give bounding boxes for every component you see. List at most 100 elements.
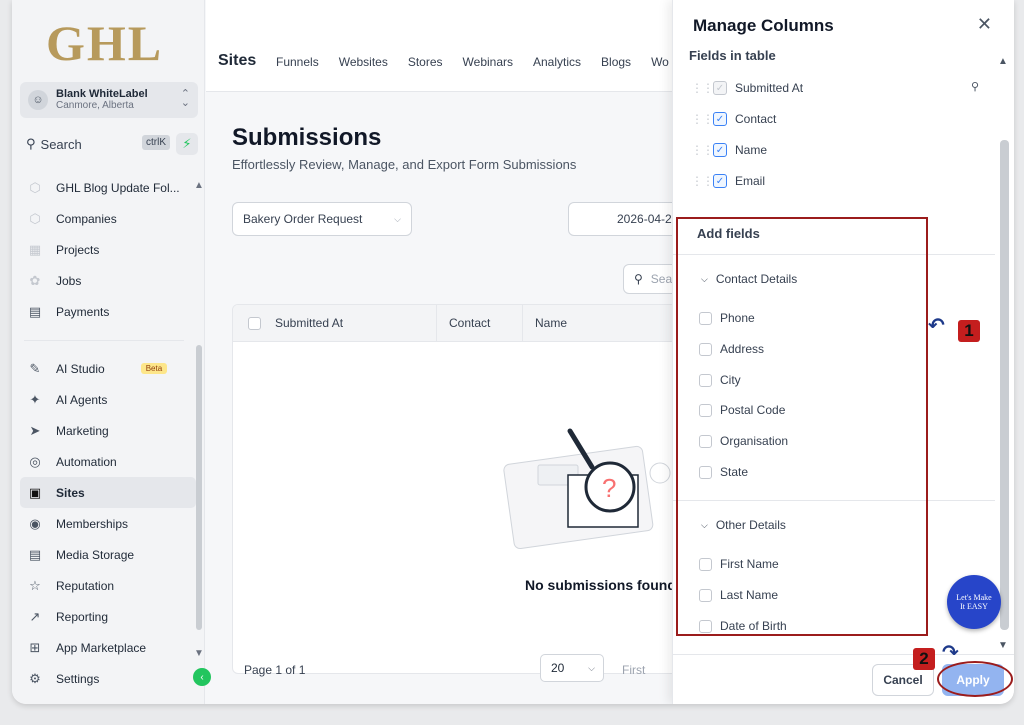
account-name: Blank WhiteLabel xyxy=(56,88,148,100)
top-tabs: Funnels Websites Stores Webinars Analyti… xyxy=(276,55,689,69)
group-header-contact-details[interactable]: ⌵ Contact Details xyxy=(701,272,797,286)
option-checkbox[interactable] xyxy=(699,557,712,571)
option-checkbox[interactable] xyxy=(699,619,712,633)
tab-wo[interactable]: Wo xyxy=(651,55,669,69)
panel-footer: Cancel Apply xyxy=(673,654,1014,704)
tab-blogs[interactable]: Blogs xyxy=(601,55,631,69)
tab-stores[interactable]: Stores xyxy=(408,55,443,69)
option-checkbox[interactable] xyxy=(699,311,712,325)
form-select[interactable]: Bakery Order Request ⌵ xyxy=(232,202,412,236)
per-page-select[interactable]: 20 ⌵ xyxy=(540,654,604,682)
payments-icon: ▤ xyxy=(28,303,42,319)
sidebar-item-projects[interactable]: ▦ Projects xyxy=(20,234,196,265)
option-row[interactable]: Last Name xyxy=(699,586,778,604)
sidebar-item-jobs[interactable]: ✿ Jobs xyxy=(20,265,196,296)
trend-icon: ↗ xyxy=(29,608,41,624)
sidebar-scrollbar[interactable] xyxy=(196,345,202,630)
option-checkbox[interactable] xyxy=(699,373,712,387)
drag-handle-icon[interactable]: ⋮⋮ xyxy=(691,112,714,126)
jobs-icon: ✿ xyxy=(29,272,41,288)
folder-icon: ⬡ xyxy=(29,179,41,195)
gear-icon: ⚙ xyxy=(29,670,41,686)
grid-icon: ⊞ xyxy=(29,639,41,655)
sidebar-item-reporting[interactable]: ↗ Reporting xyxy=(20,601,196,632)
table-field-row[interactable]: ⋮⋮ ✓ Email xyxy=(691,171,765,191)
divider xyxy=(673,500,995,501)
sidebar-item-automation[interactable]: ◎ Automation xyxy=(20,446,196,477)
page-info: Page 1 of 1 xyxy=(244,663,306,677)
close-icon[interactable]: ✕ xyxy=(977,14,992,35)
option-row[interactable]: First Name xyxy=(699,555,779,573)
sparkle-icon: ✦ xyxy=(29,391,41,407)
sidebar-search[interactable]: ⚲ Search ctrlK xyxy=(20,133,170,155)
field-checkbox[interactable]: ✓ xyxy=(713,174,727,188)
sidebar-item-ai-studio[interactable]: ✎ AI Studio Beta xyxy=(20,353,196,384)
sidebar-item-reputation[interactable]: ☆ Reputation xyxy=(20,570,196,601)
option-row[interactable]: State xyxy=(699,463,748,481)
table-field-row[interactable]: ⋮⋮ ✓ Contact xyxy=(691,109,776,129)
option-row[interactable]: Phone xyxy=(699,309,755,327)
send-icon: ➤ xyxy=(29,422,41,438)
column-header[interactable]: Name xyxy=(523,305,683,342)
option-row[interactable]: Postal Code xyxy=(699,401,785,419)
sidebar-item-label: Settings xyxy=(56,671,100,686)
drag-handle-icon[interactable]: ⋮⋮ xyxy=(691,81,714,95)
table-field-row[interactable]: ⋮⋮ ✓ Name xyxy=(691,140,767,160)
scroll-up-icon[interactable]: ▲ xyxy=(194,180,204,191)
sidebar-item-label: Payments xyxy=(56,304,110,319)
table-field-row[interactable]: ⋮⋮ ✓ Submitted At xyxy=(691,78,803,98)
tab-funnels[interactable]: Funnels xyxy=(276,55,319,69)
option-row[interactable]: Organisation xyxy=(699,432,788,450)
lock-icon: ⚲ xyxy=(971,81,980,93)
sidebar-item-app-marketplace[interactable]: ⊞ App Marketplace xyxy=(20,632,196,663)
sidebar-item-ai-agents[interactable]: ✦ AI Agents xyxy=(20,384,196,415)
search-shortcut: ctrlK xyxy=(142,135,170,150)
submissions-table: Submitted At Contact Name ? No submissio… xyxy=(232,304,692,674)
field-checkbox[interactable]: ✓ xyxy=(713,112,727,126)
annotation-arrow-icon: ↷ xyxy=(942,642,959,664)
option-row[interactable]: Address xyxy=(699,340,764,358)
scroll-down-icon[interactable]: ▼ xyxy=(998,640,1008,651)
scroll-up-icon[interactable]: ▲ xyxy=(998,56,1008,67)
scroll-down-icon[interactable]: ▼ xyxy=(194,648,204,659)
tab-websites[interactable]: Websites xyxy=(339,55,388,69)
option-checkbox[interactable] xyxy=(699,588,712,602)
apply-button[interactable]: Apply xyxy=(942,664,1004,696)
sidebar-item-settings[interactable]: ⚙ Settings xyxy=(20,663,196,694)
sidebar-item-payments[interactable]: ▤ Payments xyxy=(20,296,196,327)
sidebar-item-media-storage[interactable]: ▤ Media Storage xyxy=(20,539,196,570)
field-checkbox[interactable]: ✓ xyxy=(713,143,727,157)
sidebar: GHL ☺ Blank WhiteLabel Canmore, Alberta … xyxy=(12,0,211,704)
chevron-down-icon: ⌵ xyxy=(701,273,708,284)
option-checkbox[interactable] xyxy=(699,342,712,356)
option-label: Date of Birth xyxy=(720,619,787,633)
first-page-button[interactable]: First xyxy=(622,663,645,677)
option-row[interactable]: City xyxy=(699,371,741,389)
select-all-checkbox[interactable] xyxy=(233,305,275,342)
drag-handle-icon[interactable]: ⋮⋮ xyxy=(691,174,714,188)
option-checkbox[interactable] xyxy=(699,434,712,448)
sites-icon: ▣ xyxy=(28,484,42,500)
sidebar-item-ghl-blog[interactable]: ⬡ GHL Blog Update Fol... xyxy=(20,172,196,203)
column-header[interactable]: Contact xyxy=(437,305,523,342)
account-switcher[interactable]: ☺ Blank WhiteLabel Canmore, Alberta ⌃ ⌄ xyxy=(20,82,198,118)
drag-handle-icon[interactable]: ⋮⋮ xyxy=(691,143,714,157)
option-checkbox[interactable] xyxy=(699,403,712,417)
sidebar-item-label: Reputation xyxy=(56,578,115,593)
column-header[interactable]: Submitted At xyxy=(275,305,437,342)
tab-analytics[interactable]: Analytics xyxy=(533,55,581,69)
sidebar-item-label: Sites xyxy=(56,485,85,500)
account-location: Canmore, Alberta xyxy=(56,100,134,111)
bolt-icon[interactable]: ⚡ xyxy=(176,133,198,155)
sidebar-nav-top: ⬡ GHL Blog Update Fol... ⬡ Companies ▦ P… xyxy=(20,172,196,327)
sidebar-item-memberships[interactable]: ◉ Memberships xyxy=(20,508,196,539)
sidebar-item-marketing[interactable]: ➤ Marketing xyxy=(20,415,196,446)
automation-icon: ◎ xyxy=(29,453,41,469)
sidebar-item-companies[interactable]: ⬡ Companies xyxy=(20,203,196,234)
tab-webinars[interactable]: Webinars xyxy=(463,55,513,69)
panel-scrollbar[interactable] xyxy=(1000,140,1009,630)
option-row[interactable]: Date of Birth xyxy=(699,617,787,635)
sidebar-item-sites[interactable]: ▣ Sites xyxy=(20,477,196,508)
option-checkbox[interactable] xyxy=(699,465,712,479)
group-header-other-details[interactable]: ⌵ Other Details xyxy=(701,518,786,532)
